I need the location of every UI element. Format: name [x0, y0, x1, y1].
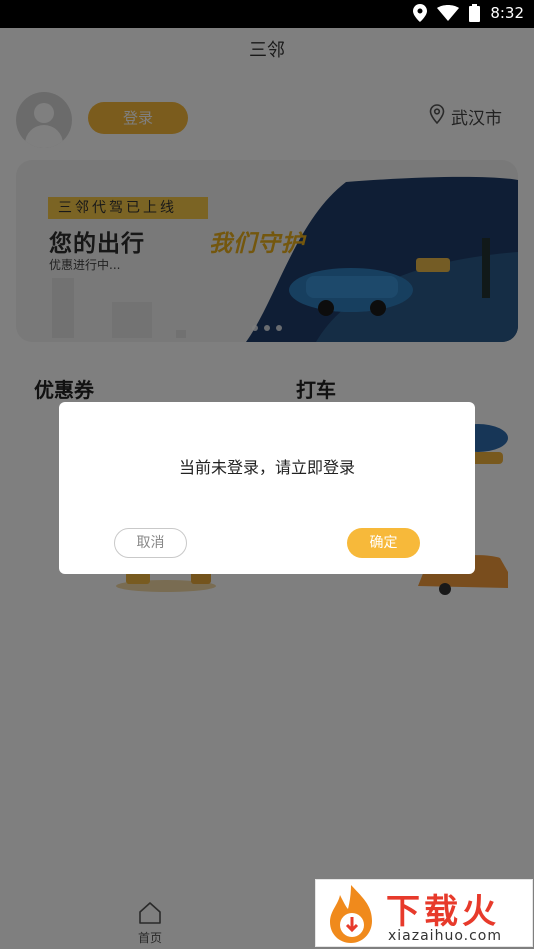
- watermark-url: xiazaihuo.com: [388, 928, 502, 944]
- confirm-button[interactable]: 确定: [347, 528, 420, 558]
- flame-icon: [330, 885, 372, 943]
- watermark-brand: 下载火: [386, 892, 500, 932]
- clock-time: 8:32: [490, 4, 524, 22]
- location-icon: [413, 4, 428, 22]
- battery-icon: [469, 4, 481, 22]
- wifi-icon: [437, 5, 460, 21]
- login-prompt-dialog: 当前未登录，请立即登录 取消 确定: [59, 402, 475, 574]
- watermark-logo: 下载火 xiazaihuo.com: [315, 879, 533, 947]
- dialog-message: 当前未登录，请立即登录: [178, 458, 355, 477]
- status-bar: 8:32: [0, 0, 534, 28]
- cancel-button[interactable]: 取消: [114, 528, 187, 558]
